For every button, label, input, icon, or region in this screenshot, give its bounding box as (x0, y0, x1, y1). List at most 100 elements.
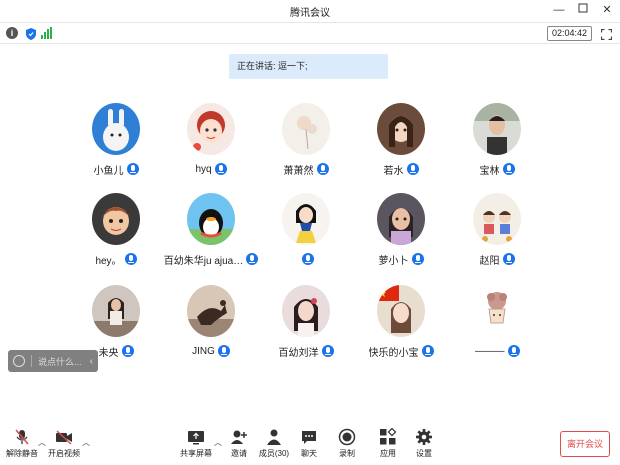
share-screen-button[interactable]: 共享屏幕 (174, 428, 218, 462)
mic-icon (217, 345, 230, 357)
participant-tile[interactable]: hyq (163, 103, 259, 193)
avatar (282, 193, 330, 245)
participant-name: 若水 (383, 165, 404, 177)
participant-nameline: 萧萧然 (258, 161, 354, 177)
start-video-button[interactable]: 开启视频 (42, 428, 86, 462)
avatar (92, 103, 140, 155)
participant-name: hyq (195, 163, 212, 175)
participant-name: 萧萧然 (283, 165, 314, 177)
participant-name: 百幼朱华ju ajua… (163, 255, 244, 267)
chevron-up-icon[interactable]: ︿ (82, 437, 90, 448)
mic-icon (316, 163, 329, 175)
participant-name: 小鱼儿 (93, 165, 124, 177)
participant-tile[interactable]: ——— (449, 285, 545, 375)
participant-nameline: 快乐的小宝 (353, 343, 449, 359)
camera-off-icon (55, 428, 73, 446)
meeting-timer: 02:04:42 (546, 26, 592, 41)
participant-nameline: 宝林 (449, 161, 545, 177)
mic-icon (121, 345, 134, 357)
participant-tile[interactable]: 百幼刘洋 (258, 285, 354, 375)
divider (31, 355, 32, 367)
unmute-label: 解除静音 (6, 449, 38, 458)
record-icon (338, 428, 356, 446)
minimize-icon[interactable]: — (552, 3, 566, 17)
participant-tile[interactable]: 若水 (353, 103, 449, 193)
record-button[interactable]: 录制 (325, 428, 369, 462)
participant-name: hey。 (95, 255, 122, 267)
participant-name: 宝林 (479, 165, 500, 177)
participant-tile[interactable] (258, 193, 354, 283)
mic-muted-icon (13, 428, 31, 446)
participant-nameline: 小鱼儿 (68, 161, 164, 177)
mic-icon (301, 253, 314, 265)
participant-tile[interactable]: 宝林 (449, 103, 545, 193)
settings-label: 设置 (416, 449, 432, 458)
avatar (187, 285, 235, 337)
settings-button[interactable]: 设置 (402, 428, 446, 462)
mic-icon (502, 253, 515, 265)
share-screen-label: 共享屏幕 (180, 449, 212, 458)
avatar (377, 285, 425, 337)
chevron-left-icon[interactable]: ‹ (90, 356, 93, 367)
avatar (92, 193, 140, 245)
leave-meeting-button[interactable]: 离开会议 (560, 431, 610, 457)
start-video-label: 开启视频 (48, 449, 80, 458)
chat-icon (300, 428, 318, 446)
participant-nameline (258, 251, 354, 267)
apps-icon (379, 427, 397, 446)
chat-placeholder: 说点什么... (38, 356, 82, 367)
avatar (92, 285, 140, 337)
participant-nameline: hyq (163, 161, 259, 177)
mic-icon (421, 345, 434, 357)
avatar (473, 193, 521, 245)
emoji-icon[interactable] (13, 355, 25, 367)
participant-name: 萝小卜 (378, 255, 409, 267)
avatar (377, 193, 425, 245)
users-icon (265, 428, 283, 446)
chat-input[interactable]: 说点什么... ‹ (8, 350, 98, 372)
participant-nameline: 若水 (353, 161, 449, 177)
avatar (187, 193, 235, 245)
window-title: 腾讯会议 (290, 7, 330, 19)
fullscreen-icon[interactable] (600, 27, 613, 41)
gear-icon (415, 428, 433, 446)
participant-name: 未央 (98, 347, 119, 359)
participant-tile[interactable]: 小鱼儿 (68, 103, 164, 193)
participant-tile[interactable]: 快乐的小宝 (353, 285, 449, 375)
participant-nameline: hey。 (68, 251, 164, 267)
mic-icon (214, 163, 227, 175)
avatar (282, 285, 330, 337)
mic-icon (124, 253, 137, 265)
participant-name: 快乐的小宝 (368, 347, 419, 359)
avatar (187, 103, 235, 155)
avatar (473, 103, 521, 155)
participant-name: ——— (474, 345, 505, 357)
mic-icon (411, 253, 424, 265)
participant-tile[interactable]: 萝小卜 (353, 193, 449, 283)
mic-icon (406, 163, 419, 175)
signal-icon[interactable] (41, 27, 53, 39)
participant-name: 赵阳 (479, 255, 500, 267)
info-icon[interactable]: i (6, 27, 18, 39)
close-icon[interactable]: ✕ (600, 3, 614, 17)
participant-tile[interactable]: hey。 (68, 193, 164, 283)
participant-nameline: 赵阳 (449, 251, 545, 267)
add-user-icon (230, 428, 248, 446)
participant-nameline: ——— (449, 343, 545, 359)
mic-icon (321, 345, 334, 357)
maximize-icon[interactable] (576, 3, 590, 17)
shield-icon[interactable] (25, 27, 37, 40)
info-bar: i 02:04:42 (0, 22, 620, 44)
participant-tile[interactable]: JING (163, 285, 259, 375)
meeting-window: 腾讯会议 — ✕ i 02:04:42 正在讲话: 逗一下; 小鱼儿 hyq 萧… (0, 0, 620, 465)
participant-tile[interactable]: 萧萧然 (258, 103, 354, 193)
mic-icon (507, 345, 520, 357)
share-screen-icon (187, 428, 205, 446)
participant-tile[interactable]: 百幼朱华ju ajua… (163, 193, 259, 283)
record-label: 录制 (339, 449, 355, 458)
title-bar: 腾讯会议 — ✕ (0, 0, 620, 22)
avatar (377, 103, 425, 155)
participant-tile[interactable]: 赵阳 (449, 193, 545, 283)
participant-name: JING (192, 345, 215, 357)
participant-nameline: 萝小卜 (353, 251, 449, 267)
